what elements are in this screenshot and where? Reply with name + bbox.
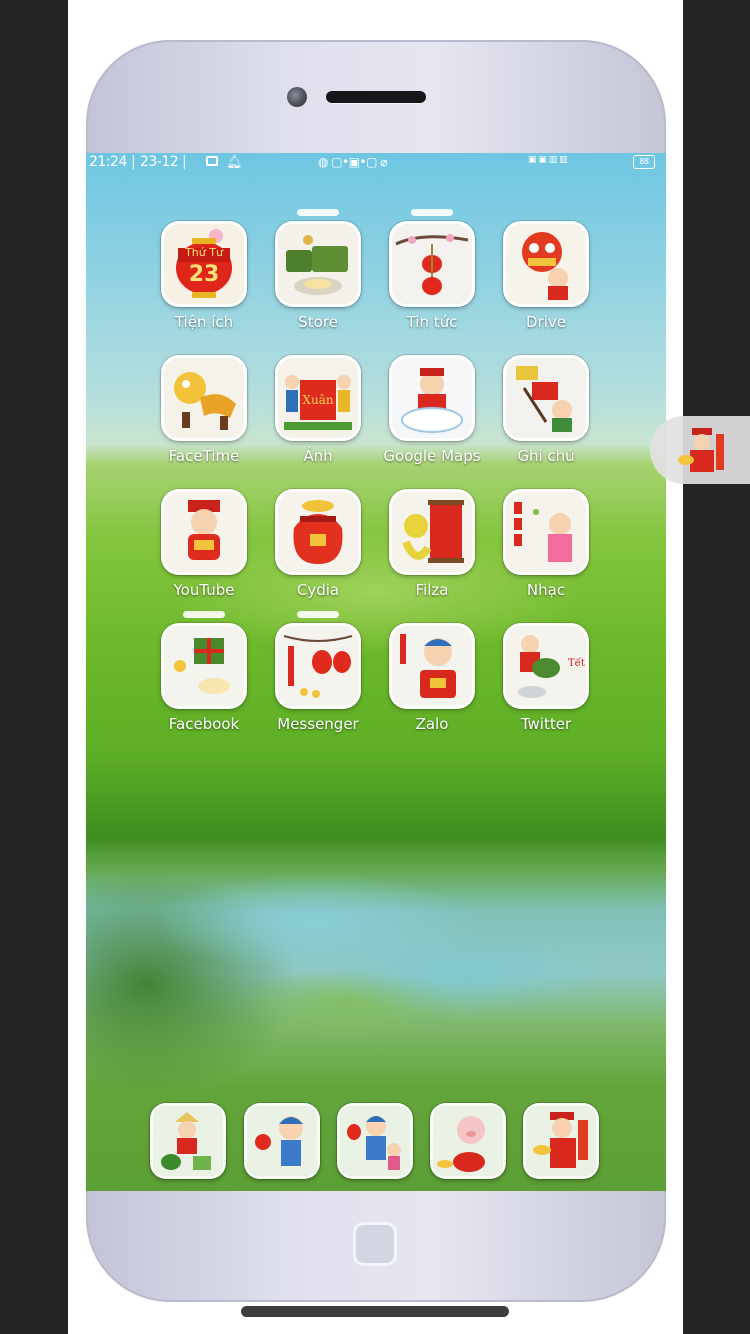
dock-app-1[interactable]	[150, 1103, 226, 1179]
left-border	[0, 0, 68, 1334]
app-label: Nhạc	[526, 581, 566, 599]
app-filza[interactable]: Filza	[377, 489, 487, 609]
home-screen: 21:24 | 23-12 | 🔔︎ ◍ ▢•▣•▢ ⌀ ▣ ▣ ▥ ▥ 88 …	[86, 153, 666, 1191]
badge-indicator	[411, 209, 453, 216]
wealth-god-assistive-icon	[678, 428, 724, 472]
app-drive[interactable]: Drive	[491, 221, 601, 341]
app-label: Filza	[415, 581, 449, 599]
app-label: Tin tức	[406, 313, 458, 331]
badge-indicator	[297, 611, 339, 618]
dock-app-4[interactable]	[430, 1103, 506, 1179]
calligraphy-icon	[503, 355, 589, 441]
app-facetime[interactable]: FaceTime	[149, 355, 259, 475]
app-twitter[interactable]: Tết Twitter	[491, 623, 601, 743]
app-label: Cydia	[296, 581, 340, 599]
front-camera	[287, 87, 307, 107]
app-google-maps[interactable]: Google Maps	[377, 355, 487, 475]
app-label: Facebook	[168, 715, 240, 733]
status-time: 21:24	[89, 154, 127, 170]
calendar-day: Thứ Tư	[185, 246, 223, 259]
app-label: Messenger	[277, 715, 359, 733]
app-facebook[interactable]: Facebook	[149, 611, 259, 743]
bell-icon: 🔔︎	[226, 155, 243, 170]
app-anh[interactable]: Xuân Ảnh	[263, 355, 373, 475]
app-label: Ghi chú	[517, 447, 575, 465]
svg-text:Xuân: Xuân	[302, 393, 333, 407]
dock-app-5[interactable]	[523, 1103, 599, 1179]
wealth-god-gold-icon	[526, 1106, 596, 1176]
app-label: Twitter	[520, 715, 572, 733]
app-label: Drive	[526, 313, 566, 331]
lock-icon	[206, 156, 218, 166]
app-nhac[interactable]: Nhạc	[491, 489, 601, 609]
app-messenger[interactable]: Messenger	[263, 611, 373, 743]
cooking-boy-icon: Tết	[503, 623, 589, 709]
blossom-lantern-icon	[389, 221, 475, 307]
home-indicator[interactable]	[241, 1306, 509, 1317]
app-label: Ảnh	[303, 447, 333, 465]
app-tien-ich[interactable]: Thứ Tư 23 Tiện ích	[149, 221, 259, 341]
earpiece-speaker	[326, 91, 426, 103]
app-label: YouTube	[173, 581, 235, 599]
watermelon-girl-icon	[153, 1106, 223, 1176]
home-button[interactable]	[353, 1222, 397, 1266]
rice-cake-icon	[275, 221, 361, 307]
lucky-bag-icon	[275, 489, 361, 575]
app-zalo[interactable]: Zalo	[377, 623, 487, 743]
boy-envelope-icon	[389, 623, 475, 709]
right-border	[683, 0, 750, 1334]
app-ghi-chu[interactable]: Ghi chú	[491, 355, 601, 475]
lion-dance-icon	[503, 221, 589, 307]
calendar-date: 23	[188, 262, 220, 287]
dragon-dance-icon	[161, 355, 247, 441]
lantern-calendar-icon: Thứ Tư 23	[161, 221, 247, 307]
app-label: Tiện ích	[174, 313, 234, 331]
children-lantern-icon	[340, 1106, 410, 1176]
status-separator: |	[131, 154, 136, 170]
badge-indicator	[183, 611, 225, 618]
dock-app-2[interactable]	[244, 1103, 320, 1179]
app-label: Store	[298, 313, 338, 331]
boy-flowers-icon	[247, 1106, 317, 1176]
girl-firecracker-icon	[503, 489, 589, 575]
gift-box-icon	[161, 623, 247, 709]
couple-banner-icon: Xuân	[275, 355, 361, 441]
dock-app-3[interactable]	[337, 1103, 413, 1179]
badge-indicator	[297, 209, 339, 216]
notification-icons: ◍ ▢•▣•▢ ⌀	[318, 155, 388, 169]
status-separator: |	[182, 154, 187, 170]
app-label: Zalo	[415, 715, 449, 733]
assistive-touch-button[interactable]	[650, 416, 750, 484]
lanterns-icon	[275, 623, 361, 709]
battery-icon: 88	[633, 155, 655, 169]
pig-gold-icon	[433, 1106, 503, 1176]
status-date: 23-12	[140, 154, 179, 170]
app-label: Google Maps	[383, 447, 481, 465]
app-cydia[interactable]: Cydia	[263, 489, 373, 609]
app-youtube[interactable]: YouTube	[149, 489, 259, 609]
status-bar: 21:24 | 23-12 | 🔔︎ ◍ ▢•▣•▢ ⌀ ▣ ▣ ▥ ▥ 88	[86, 153, 666, 173]
god-of-wealth-icon	[161, 489, 247, 575]
app-store[interactable]: Store	[263, 209, 373, 341]
svg-text:Tết: Tết	[568, 658, 585, 669]
app-label: FaceTime	[168, 447, 240, 465]
app-tin-tuc[interactable]: Tin tức	[377, 209, 487, 341]
god-of-wealth-cloud-icon	[389, 355, 475, 441]
snake-scroll-icon	[389, 489, 475, 575]
signal-icons: ▣ ▣ ▥ ▥	[528, 155, 568, 165]
